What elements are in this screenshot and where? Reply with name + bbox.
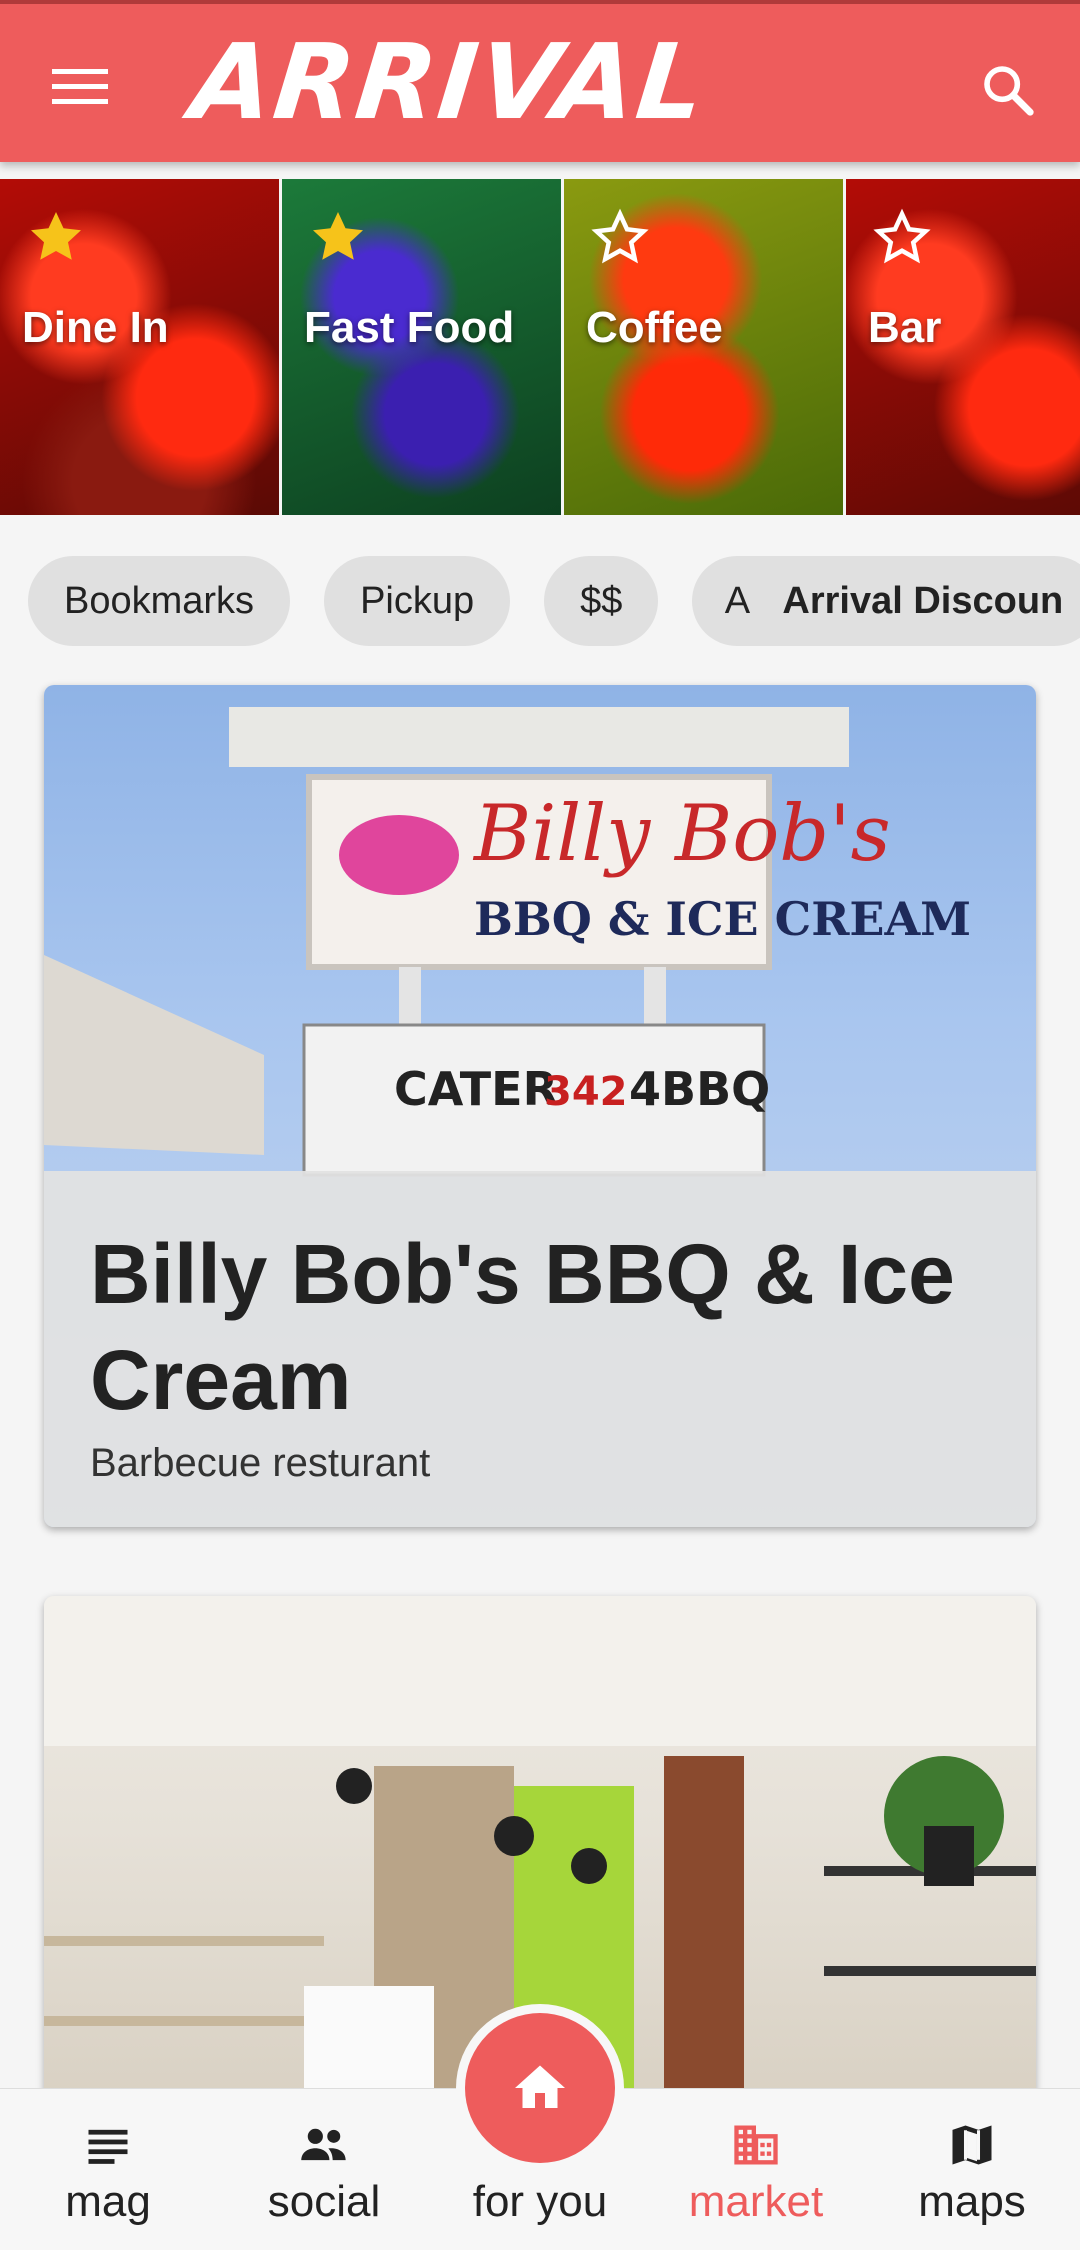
people-icon [301, 2128, 346, 2161]
svg-text:342: 342 [544, 1069, 628, 1115]
star-filled-icon[interactable] [308, 207, 368, 267]
category-tile-bar[interactable]: Bar [846, 179, 1080, 515]
article-icon [88, 2129, 128, 2164]
nav-label: social [267, 2177, 381, 2226]
chip-bookmarks[interactable]: Bookmarks [28, 556, 291, 646]
category-tile-fast-food[interactable]: Fast Food [282, 179, 561, 515]
nav-market[interactable]: market [648, 2089, 864, 2250]
svg-text:CATER: CATER [394, 1062, 558, 1116]
category-label: Bar [868, 303, 942, 352]
app-bar: ARRIVAL [0, 0, 1080, 162]
home-button[interactable] [465, 2013, 615, 2163]
chip-label: Arrival Discoun [782, 579, 1064, 622]
category-label: Dine In [22, 303, 169, 352]
chip-pickup[interactable]: Pickup [324, 556, 511, 646]
svg-text:Billy Bob's: Billy Bob's [472, 789, 891, 879]
star-filled-icon[interactable] [26, 207, 86, 267]
menu-icon [52, 69, 108, 104]
filter-chips: Bookmarks Pickup $$ A Arrival Discoun [28, 556, 1080, 646]
category-label: Fast Food [304, 303, 515, 352]
search-icon [984, 66, 1034, 116]
map-icon [952, 2125, 992, 2165]
home-fab-container [456, 2004, 624, 2172]
chip-arrival-discount[interactable]: A Arrival Discoun [692, 556, 1080, 646]
category-carousel[interactable]: Dine In Fast Food Coffee Bar [0, 179, 1080, 515]
nav-social[interactable]: social [216, 2089, 432, 2250]
chip-avatar: A [724, 579, 751, 622]
category-tile-coffee[interactable]: Coffee [564, 179, 843, 515]
search-button[interactable] [972, 54, 1044, 126]
category-label: Coffee [586, 303, 723, 352]
nav-label: maps [918, 2177, 1026, 2226]
star-outline-icon[interactable] [590, 207, 650, 267]
app-logo: ARRIVAL [185, 21, 712, 143]
business-icon [734, 2125, 778, 2165]
nav-maps[interactable]: maps [864, 2089, 1080, 2250]
nav-mag[interactable]: mag [0, 2089, 216, 2250]
listing-card[interactable]: Billy Bob's BBQ & ICE CREAM CATER 342 4B… [44, 685, 1036, 1527]
category-tile-dine-in[interactable]: Dine In [0, 179, 279, 515]
nav-label: mag [65, 2177, 151, 2226]
nav-label: for you [472, 2177, 608, 2226]
nav-label: market [688, 2177, 824, 2226]
svg-text:4BBQ: 4BBQ [629, 1062, 770, 1116]
menu-button[interactable] [40, 54, 120, 120]
listing-info: Billy Bob's BBQ & Ice Cream Barbecue res… [44, 1171, 1036, 1527]
listing-title: Billy Bob's BBQ & Ice Cream [90, 1227, 955, 1427]
chip-price[interactable]: $$ [544, 556, 659, 646]
listing-subtitle: Barbecue resturant [90, 1441, 431, 1485]
home-icon [515, 2065, 565, 2108]
star-outline-icon[interactable] [872, 207, 932, 267]
svg-text:BBQ & ICE CREAM: BBQ & ICE CREAM [474, 892, 971, 946]
